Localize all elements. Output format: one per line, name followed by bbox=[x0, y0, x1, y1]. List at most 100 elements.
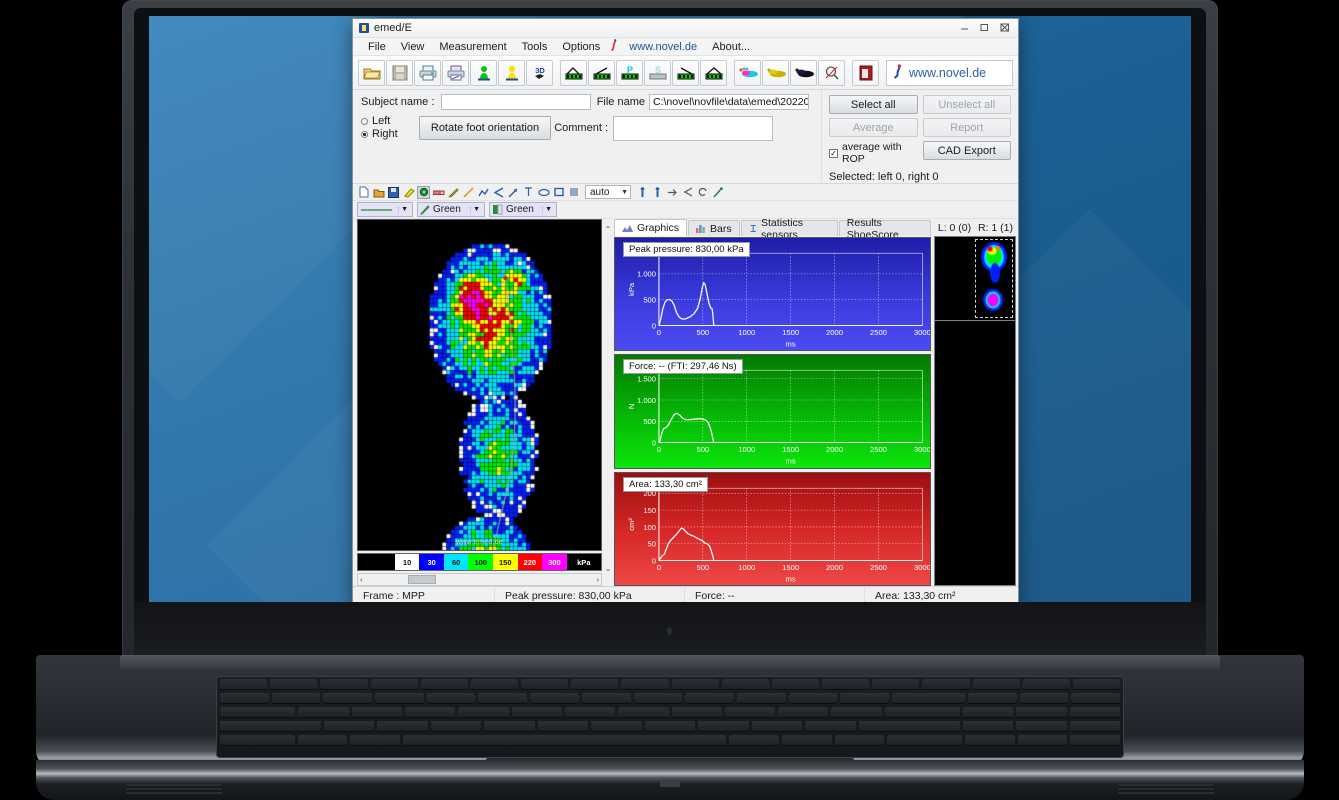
menu-novel-link[interactable]: www.novel.de bbox=[622, 40, 704, 54]
select-all-button[interactable]: Select all bbox=[829, 95, 918, 114]
scroll-up-icon[interactable]: ⌃ bbox=[605, 225, 612, 234]
open-icon[interactable] bbox=[372, 186, 385, 199]
step-prev-icon[interactable] bbox=[588, 59, 615, 86]
area-chart[interactable]: Area: 133,30 cm² 0 500 1000 1500 2000 2500 300… bbox=[614, 471, 931, 586]
svg-text:150: 150 bbox=[643, 506, 656, 515]
minimize-button[interactable] bbox=[955, 20, 974, 35]
tab-bars[interactable]: Bars bbox=[688, 220, 740, 236]
average-button[interactable]: Average bbox=[829, 118, 918, 137]
marker-blue2-icon[interactable] bbox=[651, 186, 664, 199]
step-next-icon[interactable] bbox=[672, 59, 699, 86]
scroll-thumb[interactable] bbox=[408, 575, 436, 584]
select-mask-icon[interactable] bbox=[417, 185, 430, 199]
comment-input[interactable] bbox=[613, 115, 773, 141]
status-frame: Frame : MPP bbox=[353, 587, 495, 602]
print-icon[interactable] bbox=[414, 59, 441, 86]
marker-blue-icon[interactable] bbox=[636, 186, 649, 199]
force-chart[interactable]: Force: -- (FTI: 297,46 Ns) 0 500 1000 1500 2… bbox=[614, 354, 931, 469]
scale-seg-8: kPa bbox=[566, 554, 601, 570]
radio-left[interactable]: Left bbox=[361, 115, 419, 128]
line-style-combo[interactable]: ▼ bbox=[357, 202, 413, 217]
tab-graphics[interactable]: Graphics bbox=[614, 219, 688, 236]
report-button[interactable]: Report bbox=[922, 118, 1011, 137]
maximize-button[interactable] bbox=[975, 20, 994, 35]
print-preview-icon[interactable] bbox=[442, 59, 469, 86]
mode-combo[interactable]: auto ▼ bbox=[585, 185, 631, 199]
menu-tools[interactable]: Tools bbox=[515, 40, 555, 54]
close-button[interactable] bbox=[995, 20, 1014, 35]
average-with-rop-checkbox[interactable]: ✓ average with ROP bbox=[829, 141, 918, 165]
step-last-icon[interactable] bbox=[700, 59, 727, 86]
highlighter-icon[interactable] bbox=[402, 186, 415, 199]
menu-file[interactable]: File bbox=[361, 40, 393, 54]
unselect-all-button[interactable]: Unselect all bbox=[922, 95, 1011, 114]
svg-text:2000: 2000 bbox=[826, 563, 843, 572]
svg-text:3000: 3000 bbox=[914, 563, 930, 572]
arrow-right-icon[interactable] bbox=[666, 186, 679, 199]
footprint-color-icon[interactable] bbox=[734, 59, 761, 86]
menu-view[interactable]: View bbox=[394, 40, 432, 54]
svg-text:3000: 3000 bbox=[914, 328, 930, 337]
subject-name-input[interactable] bbox=[441, 94, 591, 110]
view-3d-icon[interactable]: 3D bbox=[526, 59, 553, 86]
pencil-icon[interactable] bbox=[447, 186, 460, 199]
graph-icon bbox=[622, 224, 633, 232]
subject-name-label: Subject name : bbox=[361, 96, 435, 108]
grid-icon[interactable] bbox=[567, 186, 580, 199]
person-yellow-icon[interactable] bbox=[498, 59, 525, 86]
arrow-icon[interactable] bbox=[507, 186, 520, 199]
peak-pressure-icon[interactable]: P bbox=[616, 59, 643, 86]
emed-watermark: www.emed.de bbox=[455, 539, 504, 546]
horizontal-scrollbar[interactable]: ‹ › bbox=[357, 573, 602, 586]
foot-pressure-canvas[interactable] bbox=[358, 220, 597, 550]
step-first-icon[interactable] bbox=[560, 59, 587, 86]
open-file-icon[interactable] bbox=[358, 59, 385, 86]
tab-results-shoescore[interactable]: Results ShoeScore bbox=[838, 217, 931, 241]
footmap-pane: www.emed.de 10 30 60 100 150 220 300 kPa ‹ › bbox=[353, 219, 602, 586]
text-icon[interactable] bbox=[522, 186, 535, 199]
file-name-input[interactable]: C:\novel\novfile\data\emed\20220216\ bbox=[649, 94, 809, 110]
exit-door-icon[interactable] bbox=[852, 59, 879, 86]
line-color-combo[interactable]: Green ▼ bbox=[417, 202, 485, 217]
svg-text:cm²: cm² bbox=[627, 517, 636, 530]
line-icon[interactable] bbox=[462, 186, 475, 199]
rectangle-icon[interactable] bbox=[552, 186, 565, 199]
svg-text:1500: 1500 bbox=[782, 445, 799, 454]
novel-url-box[interactable]: www.novel.de bbox=[886, 59, 1013, 86]
menu-about[interactable]: About... bbox=[705, 40, 757, 54]
wand-icon[interactable] bbox=[711, 186, 724, 199]
footprint-dark-icon[interactable] bbox=[790, 59, 817, 86]
scroll-left-icon[interactable]: ‹ bbox=[360, 575, 363, 584]
eraser-icon[interactable] bbox=[432, 186, 445, 199]
rotate-icon[interactable] bbox=[696, 186, 709, 199]
fill-color-combo[interactable]: Green ▼ bbox=[489, 202, 557, 217]
new-page-icon[interactable] bbox=[357, 186, 370, 199]
svg-text:1000: 1000 bbox=[738, 445, 755, 454]
foot-pressure-map[interactable]: www.emed.de bbox=[357, 219, 602, 551]
menu-measurement[interactable]: Measurement bbox=[432, 40, 513, 54]
save-icon[interactable] bbox=[387, 186, 400, 199]
peak-pressure-chart[interactable]: Peak pressure: 830,00 kPa 0 500 1000 1500 20… bbox=[614, 237, 931, 352]
scroll-down-icon[interactable]: ⌄ bbox=[605, 564, 612, 573]
rotate-foot-button[interactable]: Rotate foot orientation bbox=[419, 116, 551, 140]
stop-frame-icon[interactable]: S bbox=[644, 59, 671, 86]
tab-statistics-sensors[interactable]: Statistics sensors bbox=[740, 217, 838, 241]
menu-options[interactable]: Options bbox=[555, 40, 607, 54]
person-green-icon[interactable] bbox=[470, 59, 497, 86]
zoom-tool-icon[interactable] bbox=[818, 59, 845, 86]
laptop-scene: emed/E File View Measurement Tools Optio… bbox=[0, 0, 1339, 800]
branch-icon[interactable] bbox=[681, 186, 694, 199]
polyline-icon[interactable] bbox=[477, 186, 490, 199]
radio-right[interactable]: Right bbox=[361, 128, 419, 141]
svg-text:100: 100 bbox=[643, 522, 656, 531]
save-file-icon[interactable] bbox=[386, 59, 413, 86]
footprint-yellow-icon[interactable] bbox=[762, 59, 789, 86]
form-left: Subject name : File name C:\novel\novfil… bbox=[353, 90, 821, 183]
thumbnail-right[interactable] bbox=[973, 237, 1015, 320]
cad-export-button[interactable]: CAD Export bbox=[922, 141, 1011, 160]
scroll-right-icon[interactable]: › bbox=[596, 575, 599, 584]
ellipse-icon[interactable] bbox=[537, 186, 550, 199]
svg-text:50: 50 bbox=[648, 539, 656, 548]
thumbnail-left[interactable] bbox=[935, 237, 973, 320]
angle-icon[interactable] bbox=[492, 186, 505, 199]
